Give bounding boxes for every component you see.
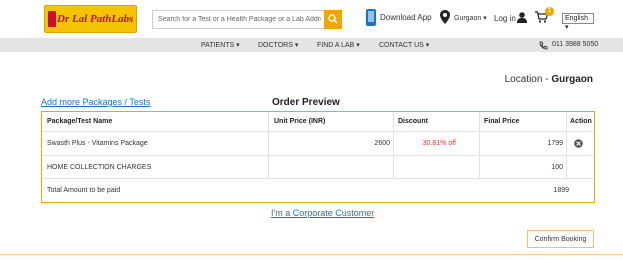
remove-item-icon[interactable]: [574, 139, 583, 148]
page-title: Order Preview: [272, 97, 340, 108]
home-collection-amount: 100: [551, 163, 563, 171]
user-icon[interactable]: [517, 12, 527, 23]
nav-item-label: CONTACT US: [379, 42, 424, 49]
location-pin-icon[interactable]: [440, 10, 450, 24]
current-location: Location - Gurgaon: [505, 74, 593, 85]
nav-item-patients[interactable]: PATIENTS ▾: [201, 41, 240, 49]
location-selector[interactable]: Gurgaon ▾: [454, 14, 487, 22]
helpline-number[interactable]: 011 3988 5050: [552, 41, 598, 48]
confirm-booking-button[interactable]: Confirm Booking: [527, 230, 594, 248]
footer-divider: [0, 254, 623, 255]
logo-mark-icon: [48, 11, 56, 27]
total-amount: 1899: [553, 187, 569, 194]
location-city: Gurgaon: [551, 74, 593, 85]
column-header: Final Price: [484, 118, 520, 125]
search-button[interactable]: [324, 10, 342, 29]
corporate-customer-link[interactable]: I'm a Corporate Customer: [271, 208, 374, 218]
phone-icon: [539, 41, 548, 50]
location-selector-label: Gurgaon: [454, 15, 482, 22]
table-header-row: Package/Test Name Unit Price (INR) Disco…: [42, 112, 594, 132]
nav-item-label: DOCTORS: [258, 42, 293, 49]
table-row: Swasth Plus - Vitamins Package 2600 30.8…: [42, 132, 594, 156]
search-input[interactable]: [152, 10, 326, 29]
table-row-total: Total Amount to be paid 1899: [42, 179, 594, 202]
add-more-packages-link[interactable]: Add more Packages / Tests: [41, 97, 150, 107]
total-label: Total Amount to be paid: [47, 187, 121, 194]
site-header: Dr Lal PathLabs Download App Gurgaon ▾ L…: [0, 0, 623, 38]
nav-item-contact-us[interactable]: CONTACT US ▾: [379, 41, 429, 49]
language-select-value: English: [565, 15, 588, 22]
home-collection-label: HOME COLLECTION CHARGES: [47, 163, 152, 171]
discount-value: 30.81% off: [422, 140, 456, 147]
column-header: Action: [570, 118, 592, 125]
nav-item-label: FIND A LAB: [317, 42, 355, 49]
logo[interactable]: Dr Lal PathLabs: [44, 5, 137, 33]
nav-item-doctors[interactable]: DOCTORS ▾: [258, 41, 298, 49]
nav-item-label: PATIENTS: [201, 42, 235, 49]
language-select[interactable]: English ▾: [562, 13, 594, 31]
search-icon: [328, 14, 338, 24]
table-row: HOME COLLECTION CHARGES 100: [42, 156, 594, 179]
unit-price: 2600: [374, 140, 390, 147]
login-link[interactable]: Log in: [494, 14, 516, 23]
final-price: 1799: [547, 140, 563, 147]
nav-item-find-a-lab[interactable]: FIND A LAB ▾: [317, 41, 360, 49]
column-header: Unit Price (INR): [274, 118, 326, 125]
logo-text: Dr Lal PathLabs: [57, 13, 134, 25]
package-name: Swasth Plus - Vitamins Package: [47, 140, 148, 147]
column-header: Package/Test Name: [47, 118, 113, 125]
main-nav: PATIENTS ▾ DOCTORS ▾ FIND A LAB ▾ CONTAC…: [0, 38, 623, 52]
mobile-phone-icon[interactable]: [366, 9, 376, 26]
download-app-link[interactable]: Download App: [380, 13, 432, 22]
cart-count-badge: 1: [545, 7, 554, 16]
location-prefix: Location -: [504, 74, 552, 85]
column-header: Discount: [398, 118, 428, 125]
order-table: Package/Test Name Unit Price (INR) Disco…: [41, 111, 595, 203]
